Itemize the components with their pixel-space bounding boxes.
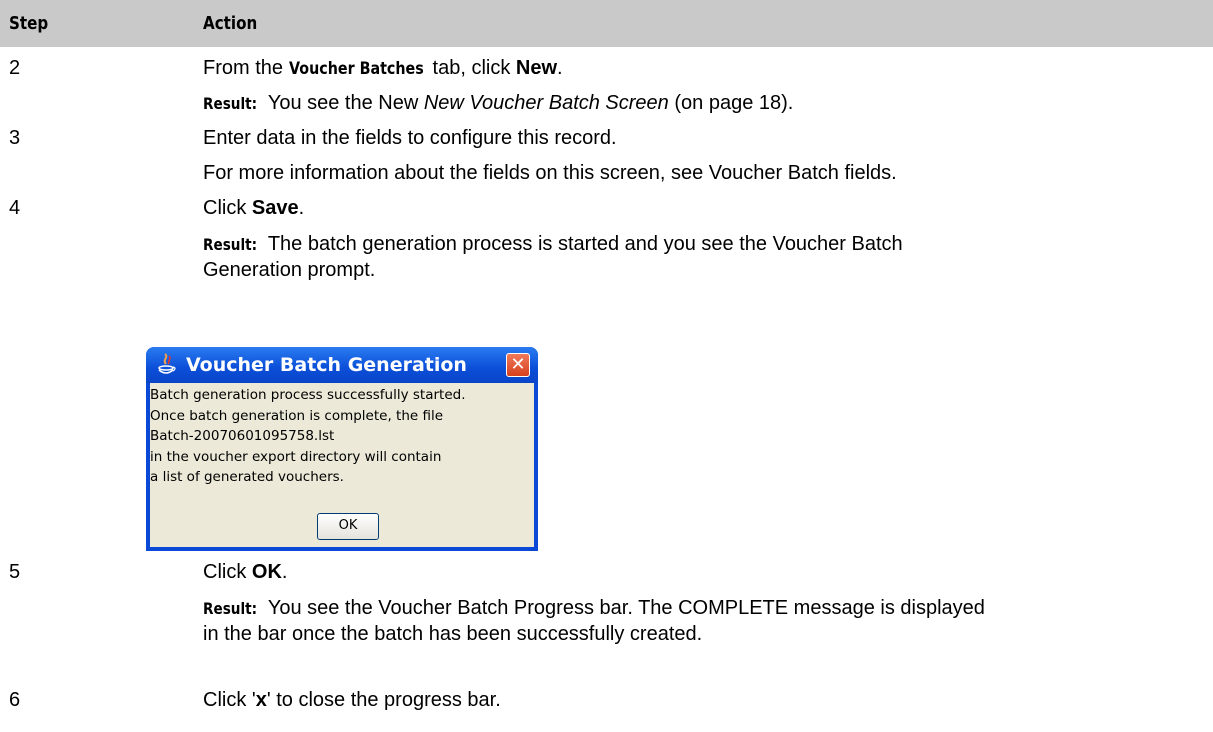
step-number: 3 [9,127,21,149]
step-3-instruction: Enter data in the fields to configure th… [203,127,617,149]
dialog-message: Batch generation process successfully st… [150,385,465,488]
step-number: 5 [9,561,21,583]
button-name: OK [251,561,282,583]
header-step: Step [9,13,49,34]
close-button[interactable]: ✕ [506,353,530,377]
voucher-batch-generation-dialog: Voucher Batch Generation ✕ Batch generat… [146,347,538,551]
step-number: 6 [9,689,21,711]
step-6-instruction: Click 'x' to close the progress bar. [203,689,501,711]
step-number: 2 [9,57,21,79]
step-4-instruction: Click Save. [203,197,305,219]
step-5-result-cont: in the bar once the batch has been succe… [203,623,703,645]
key-name: x [255,689,267,711]
ok-button[interactable]: OK [317,513,379,540]
button-name: Save [251,197,299,219]
message-line: Once batch generation is complete, the f… [150,407,444,424]
result-label: Result: [203,94,258,113]
tab-name: Voucher Batches [288,59,424,79]
step-2-result: Result: You see the New New Voucher Batc… [203,92,794,114]
message-line: Batch-20070601095758.lst [150,428,335,444]
header-action: Action [203,13,258,34]
result-label: Result: [203,235,258,254]
step-5-instruction: Click OK. [203,561,288,583]
button-name: New [515,57,558,79]
dialog-titlebar[interactable]: Voucher Batch Generation ✕ [146,347,538,383]
step-4-result: Result: The batch generation process is … [203,233,903,255]
dialog-title: Voucher Batch Generation [186,354,467,376]
step-5-result: Result: You see the Voucher Batch Progre… [203,597,985,619]
page-link[interactable]: New Voucher Batch Screen [424,92,669,114]
step-2-instruction: From the Voucher Batches tab, click New. [203,57,563,79]
step-number: 4 [9,197,21,219]
result-label: Result: [203,599,258,618]
java-icon [158,353,176,374]
table-header: Step Action [0,0,1213,47]
message-line: Batch generation process successfully st… [150,387,466,403]
dialog-body: Batch generation process successfully st… [150,383,534,547]
step-3-info: For more information about the fields on… [203,162,897,184]
close-icon: ✕ [510,354,526,375]
message-line: a list of generated vouchers. [150,469,344,485]
message-line: in the voucher export directory will con… [150,448,442,465]
step-4-result-cont: Generation prompt. [203,259,376,281]
